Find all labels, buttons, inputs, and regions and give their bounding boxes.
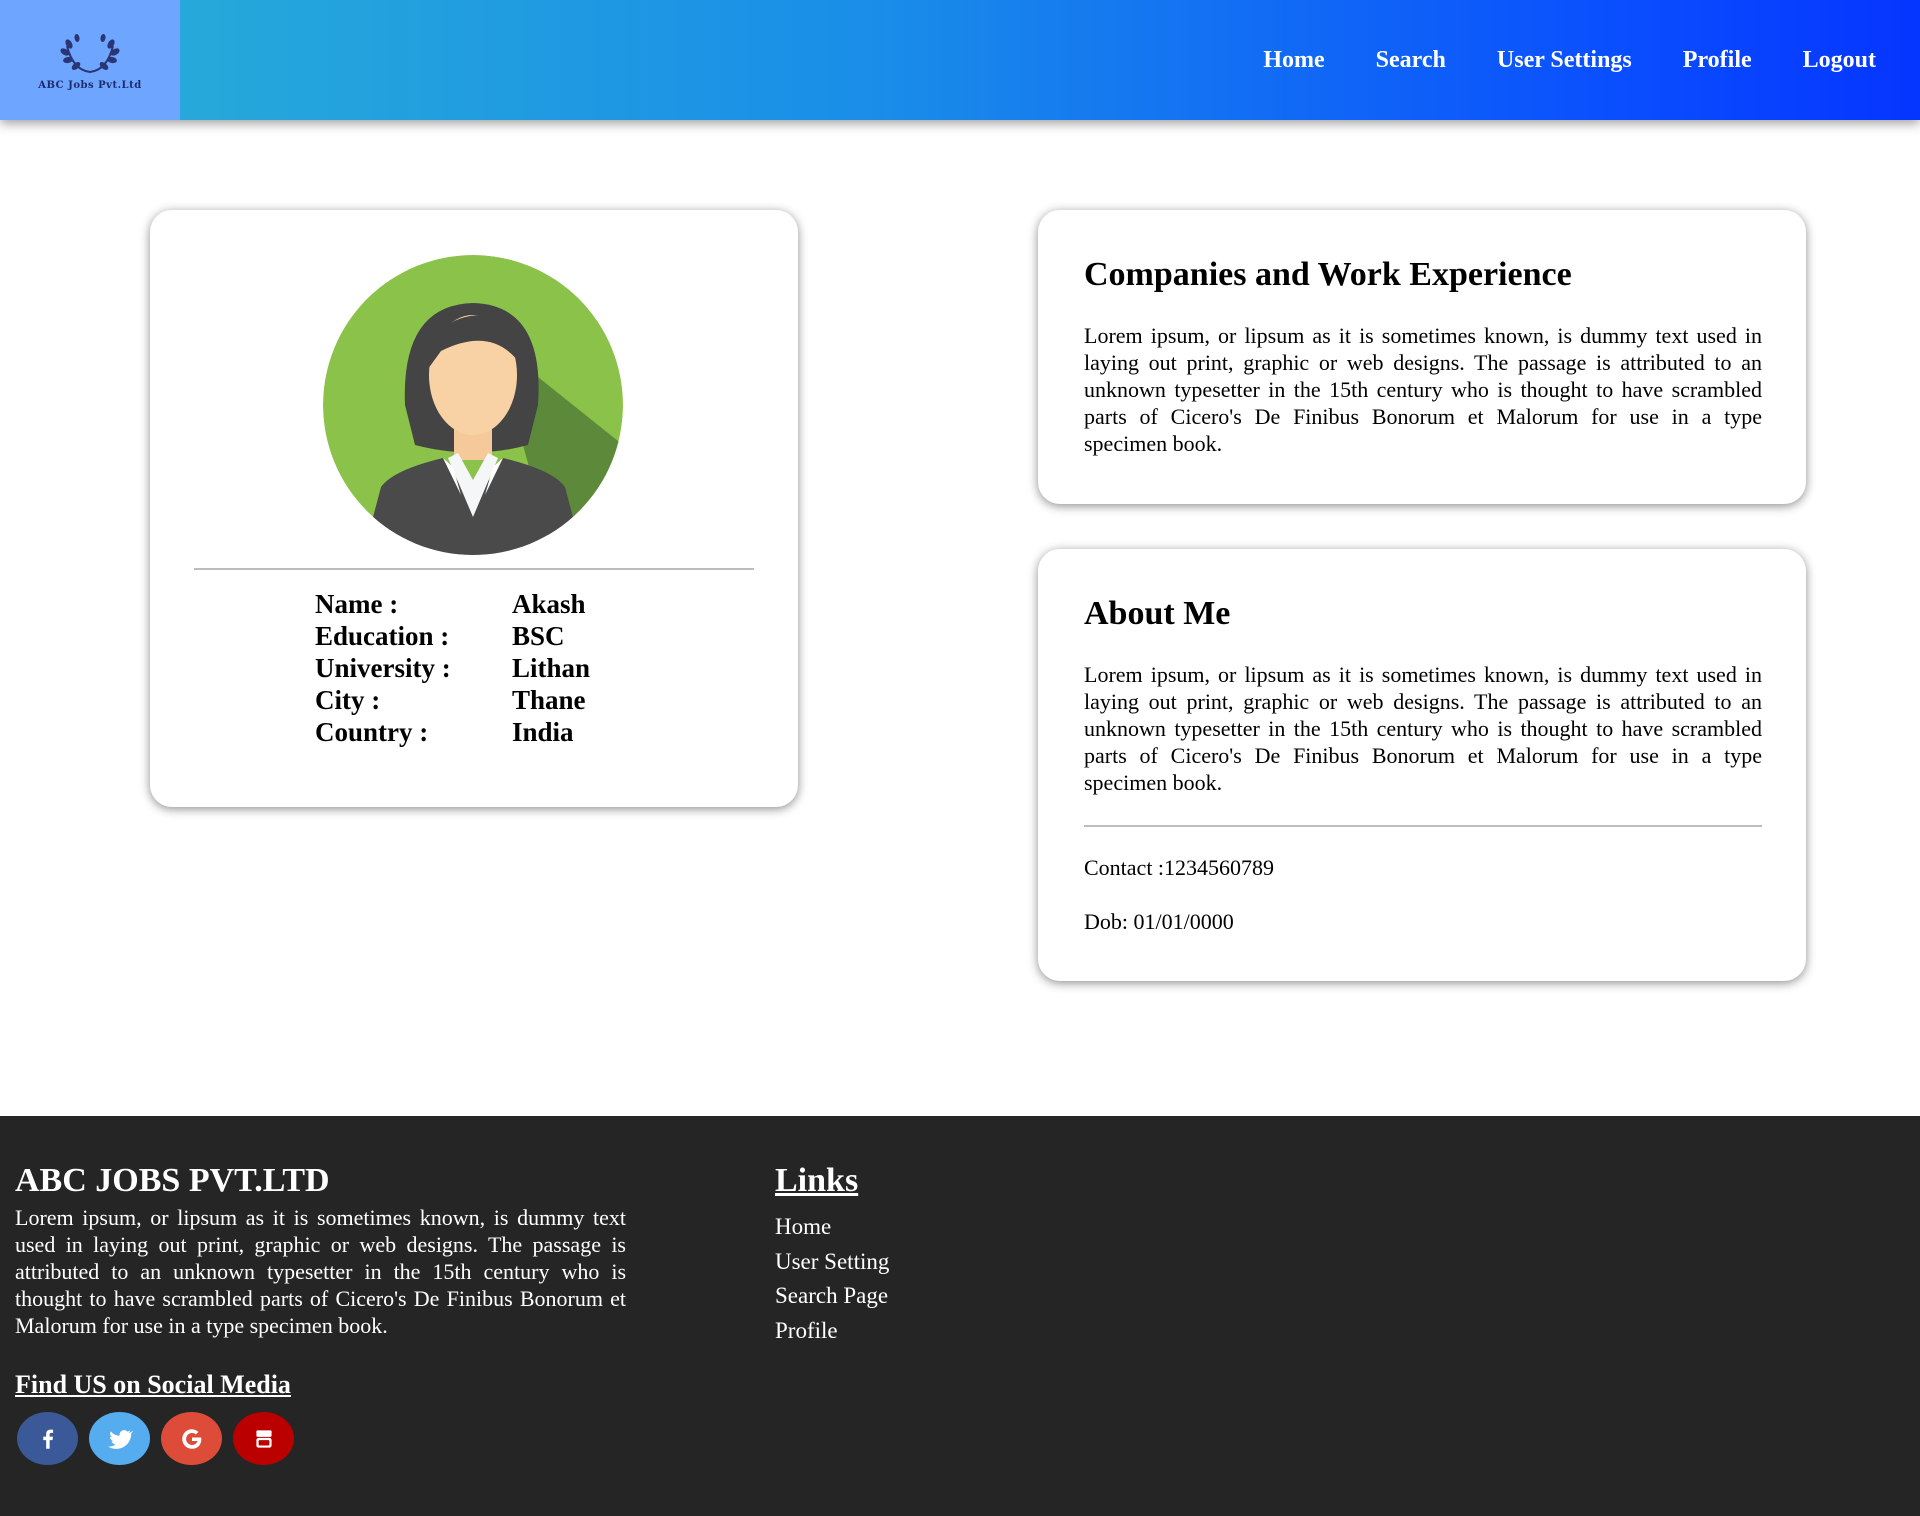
about-card: About Me Lorem ipsum, or lipsum as it is…	[1038, 549, 1806, 981]
dob-text: Dob: 01/01/0000	[1084, 909, 1234, 934]
profile-value: BSC	[512, 621, 565, 651]
logo[interactable]: ABC Jobs Pvt.Ltd	[0, 0, 180, 120]
profile-value: Lithan	[512, 653, 591, 683]
profile-row-education: Education : BSC	[315, 620, 590, 652]
social-title: Find US on Social Media	[15, 1370, 291, 1399]
profile-row-university: University : Lithan	[315, 652, 590, 684]
youtube-icon	[255, 1429, 272, 1448]
contact-text: Contact :1234560789	[1084, 855, 1275, 880]
experience-card: Companies and Work Experience Lorem ipsu…	[1038, 210, 1806, 504]
profile-value: Thane	[512, 685, 586, 715]
profile-label: City :	[315, 685, 381, 715]
social-buttons	[17, 1412, 305, 1465]
profile-value: India	[512, 717, 574, 747]
top-navbar: ABC Jobs Pvt.Ltd Home Search User Settin…	[0, 0, 1920, 120]
profile-label: Country :	[315, 717, 429, 747]
profile-label: University :	[315, 653, 451, 683]
profile-details: Name : Akash Education : BSC University …	[315, 588, 590, 748]
about-title: About Me	[1084, 595, 1231, 632]
twitter-button[interactable]	[89, 1412, 150, 1465]
footer: ABC JOBS PVT.LTD Lorem ipsum, or lipsum …	[0, 1116, 1920, 1516]
nav-links: Home Search User Settings Profile Logout	[1212, 0, 1876, 120]
footer-link-search-page[interactable]: Search Page	[775, 1279, 889, 1314]
footer-link-home[interactable]: Home	[775, 1210, 889, 1245]
profile-value: Akash	[512, 589, 586, 619]
twitter-icon	[107, 1429, 133, 1449]
profile-row-country: Country : India	[315, 716, 590, 748]
google-button[interactable]	[161, 1412, 222, 1465]
profile-divider	[194, 568, 754, 570]
about-divider	[1084, 825, 1762, 827]
logo-text: ABC Jobs Pvt.Ltd	[38, 79, 142, 91]
facebook-icon	[42, 1429, 53, 1449]
nav-user-settings[interactable]: User Settings	[1497, 47, 1632, 74]
facebook-button[interactable]	[17, 1412, 78, 1465]
laurel-wreath-icon	[60, 33, 120, 73]
profile-label: Education :	[315, 621, 450, 651]
google-icon	[181, 1428, 201, 1449]
nav-profile[interactable]: Profile	[1683, 47, 1752, 74]
footer-link-profile[interactable]: Profile	[775, 1314, 889, 1349]
profile-row-name: Name : Akash	[315, 588, 590, 620]
profile-label: Name :	[315, 589, 399, 619]
profile-card: Name : Akash Education : BSC University …	[150, 210, 798, 807]
avatar	[323, 255, 623, 555]
footer-about: Lorem ipsum, or lipsum as it is sometime…	[15, 1205, 626, 1338]
experience-body: Lorem ipsum, or lipsum as it is sometime…	[1084, 323, 1762, 456]
footer-links: Home User Setting Search Page Profile	[775, 1210, 889, 1348]
footer-brand: ABC JOBS PVT.LTD	[15, 1162, 330, 1199]
footer-link-user-setting[interactable]: User Setting	[775, 1245, 889, 1280]
about-body: Lorem ipsum, or lipsum as it is sometime…	[1084, 662, 1762, 795]
nav-search[interactable]: Search	[1376, 47, 1446, 74]
footer-links-title: Links	[775, 1162, 859, 1199]
youtube-button[interactable]	[233, 1412, 294, 1465]
experience-title: Companies and Work Experience	[1084, 256, 1572, 293]
profile-row-city: City : Thane	[315, 684, 590, 716]
nav-logout[interactable]: Logout	[1803, 47, 1876, 74]
nav-home[interactable]: Home	[1263, 47, 1324, 74]
